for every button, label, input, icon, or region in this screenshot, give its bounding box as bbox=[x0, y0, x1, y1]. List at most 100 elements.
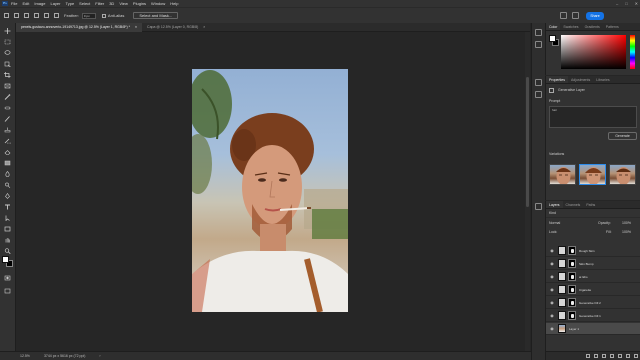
blur-tool-icon[interactable] bbox=[4, 171, 11, 177]
status-arrow-icon[interactable]: › bbox=[99, 354, 100, 358]
object-select-tool-icon[interactable] bbox=[4, 61, 11, 67]
layer-row[interactable]: ◉ Generative Fill 2 bbox=[546, 297, 640, 309]
select-and-mask-button[interactable]: Select and Mask... bbox=[133, 12, 179, 19]
eraser-tool-icon[interactable] bbox=[4, 149, 11, 155]
layer-kind-filter[interactable]: Kind bbox=[549, 211, 556, 215]
history-brush-tool-icon[interactable] bbox=[4, 138, 11, 144]
pen-tool-icon[interactable] bbox=[4, 193, 11, 199]
tab-paths[interactable]: Paths bbox=[583, 201, 598, 208]
layer-mask-thumbnail[interactable] bbox=[568, 246, 576, 255]
visibility-eye-icon[interactable]: ◉ bbox=[549, 248, 555, 253]
layer-mask-thumbnail[interactable] bbox=[568, 259, 576, 268]
maximize-button[interactable]: □ bbox=[625, 1, 627, 6]
tab-properties[interactable]: Properties bbox=[546, 76, 568, 83]
visibility-eye-icon[interactable]: ◉ bbox=[549, 261, 555, 266]
link-layers-icon[interactable] bbox=[586, 354, 590, 358]
layer-style-icon[interactable] bbox=[594, 354, 598, 358]
add-to-selection-icon[interactable] bbox=[34, 13, 39, 18]
layer-row[interactable]: ◉ Generative Fill 1 bbox=[546, 310, 640, 322]
type-tool-icon[interactable] bbox=[4, 204, 11, 210]
menu-file[interactable]: File bbox=[11, 1, 17, 6]
layers-panel-icon[interactable] bbox=[535, 203, 542, 210]
visibility-eye-icon[interactable]: ◉ bbox=[549, 274, 555, 279]
menu-plugins[interactable]: Plugins bbox=[133, 1, 146, 6]
gradient-tool-icon[interactable] bbox=[4, 160, 11, 166]
share-button[interactable]: Share bbox=[586, 12, 604, 20]
adjustment-layer-icon[interactable] bbox=[610, 354, 614, 358]
blend-mode-select[interactable]: Normal bbox=[549, 221, 560, 225]
layer-row[interactable]: ◉ Skin Bump bbox=[546, 258, 640, 270]
search-icon[interactable] bbox=[560, 12, 567, 19]
rectangle-tool-icon[interactable] bbox=[4, 226, 11, 232]
close-tab-icon[interactable]: × bbox=[135, 25, 137, 29]
layer-mask-thumbnail[interactable] bbox=[568, 272, 576, 281]
brush-settings-panel-icon[interactable] bbox=[535, 41, 542, 48]
close-window-button[interactable]: ✕ bbox=[635, 1, 638, 6]
layer-mask-thumbnail[interactable] bbox=[568, 298, 576, 307]
layer-mask-thumbnail[interactable] bbox=[568, 311, 576, 320]
delete-layer-icon[interactable] bbox=[634, 354, 638, 358]
properties-panel-icon[interactable] bbox=[535, 91, 542, 98]
clone-stamp-tool-icon[interactable] bbox=[4, 127, 11, 133]
layer-mask-thumbnail[interactable] bbox=[568, 285, 576, 294]
menu-help[interactable]: Help bbox=[170, 1, 178, 6]
document-tab-active[interactable]: pexels-gustavo-annoverio-19149713.jpg @ … bbox=[16, 23, 143, 32]
tab-patterns[interactable]: Patterns bbox=[603, 23, 622, 30]
info-panel-icon[interactable] bbox=[535, 79, 542, 86]
tab-libraries[interactable]: Libraries bbox=[593, 76, 612, 83]
layer-row-selected[interactable]: ◉ Layer 1 bbox=[546, 323, 640, 335]
menu-view[interactable]: View bbox=[119, 1, 128, 6]
visibility-eye-icon[interactable]: ◉ bbox=[549, 300, 555, 305]
frame-tool-icon[interactable] bbox=[4, 83, 11, 89]
add-mask-icon[interactable] bbox=[602, 354, 606, 358]
layer-row[interactable]: ◉ Rough Skin bbox=[546, 245, 640, 257]
crop-tool-icon[interactable] bbox=[4, 72, 11, 78]
zoom-tool-icon[interactable] bbox=[4, 248, 11, 254]
canvas-area[interactable] bbox=[16, 32, 530, 351]
visibility-eye-icon[interactable]: ◉ bbox=[549, 287, 555, 292]
menu-layer[interactable]: Layer bbox=[50, 1, 60, 6]
menu-edit[interactable]: Edit bbox=[22, 1, 29, 6]
menu-type[interactable]: Type bbox=[66, 1, 75, 6]
visibility-eye-icon[interactable]: ◉ bbox=[549, 313, 555, 318]
lasso-tool-icon[interactable] bbox=[4, 50, 11, 56]
hue-slider[interactable] bbox=[630, 35, 635, 69]
subtract-selection-icon[interactable] bbox=[44, 13, 49, 18]
workspace-icon[interactable] bbox=[572, 12, 579, 19]
move-tool-icon[interactable] bbox=[4, 28, 11, 34]
fill-input[interactable]: 100% bbox=[622, 230, 631, 234]
hand-tool-icon[interactable] bbox=[4, 237, 11, 243]
brush-tool-icon[interactable] bbox=[4, 116, 11, 122]
feather-input[interactable]: 0 px bbox=[81, 12, 96, 19]
foreground-color-chip[interactable] bbox=[549, 35, 556, 42]
close-tab-icon[interactable]: × bbox=[203, 25, 205, 29]
quick-mask-icon[interactable] bbox=[4, 275, 11, 281]
lasso-tool-preset-icon[interactable] bbox=[14, 13, 19, 18]
new-layer-icon[interactable] bbox=[626, 354, 630, 358]
tab-layers[interactable]: Layers bbox=[546, 201, 563, 208]
tab-channels[interactable]: Channels bbox=[563, 201, 584, 208]
home-icon[interactable] bbox=[4, 13, 9, 18]
marquee-tool-icon[interactable] bbox=[4, 39, 11, 45]
visibility-eye-icon[interactable]: ◉ bbox=[549, 326, 555, 331]
document-photo[interactable] bbox=[192, 69, 348, 312]
zoom-level[interactable]: 12.5% bbox=[20, 354, 30, 358]
prompt-input[interactable]: hair bbox=[549, 106, 637, 128]
layer-row[interactable]: ◉ Cigarette bbox=[546, 284, 640, 296]
new-group-icon[interactable] bbox=[618, 354, 622, 358]
tab-swatches[interactable]: Swatches bbox=[560, 23, 581, 30]
anti-alias-checkbox[interactable] bbox=[101, 13, 106, 18]
eyedropper-tool-icon[interactable] bbox=[4, 94, 11, 100]
tab-color[interactable]: Color bbox=[546, 23, 561, 30]
menu-select[interactable]: Select bbox=[79, 1, 90, 6]
screen-mode-icon[interactable] bbox=[4, 288, 11, 294]
menu-3d[interactable]: 3D bbox=[109, 1, 114, 6]
color-picker-field[interactable] bbox=[561, 35, 626, 69]
menu-window[interactable]: Window bbox=[151, 1, 165, 6]
layer-row[interactable]: ◉ ai lidio bbox=[546, 271, 640, 283]
generate-button[interactable]: Generate bbox=[608, 132, 637, 140]
foreground-color-swatch[interactable] bbox=[2, 256, 9, 263]
scrollbar-thumb[interactable] bbox=[526, 77, 529, 207]
healing-brush-tool-icon[interactable] bbox=[4, 105, 11, 111]
variation-thumbnail-3[interactable] bbox=[609, 164, 636, 185]
